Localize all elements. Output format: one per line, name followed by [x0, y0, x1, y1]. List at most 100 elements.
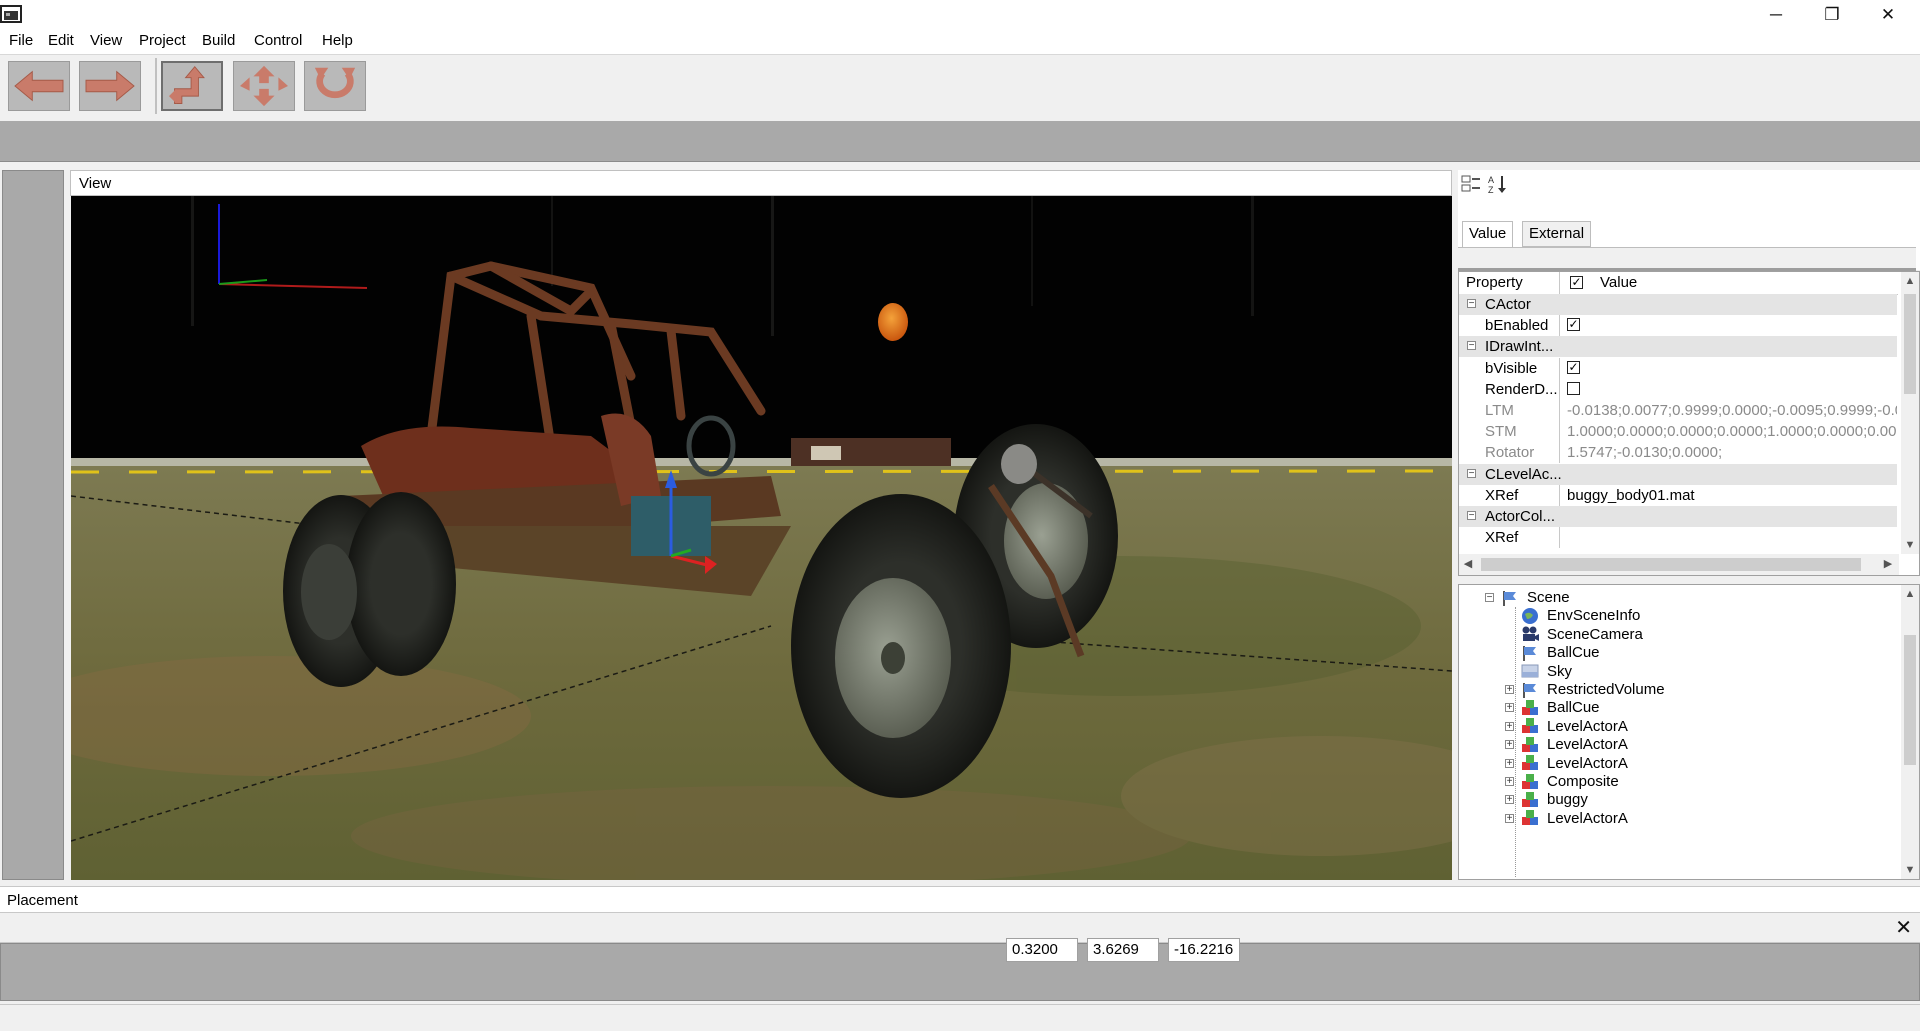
property-name: ActorCol...	[1485, 508, 1556, 525]
scroll-right-icon[interactable]: ▶	[1879, 555, 1897, 573]
menu-build[interactable]: Build	[199, 32, 238, 49]
expand-icon[interactable]: +	[1505, 703, 1514, 713]
3d-viewport[interactable]	[71, 196, 1452, 880]
property-row[interactable]: XRef buggy_body01.mat	[1459, 484, 1897, 506]
menu-control[interactable]: Control	[251, 32, 305, 49]
menu-file[interactable]: File	[6, 32, 36, 49]
minimize-button[interactable]: ─	[1748, 0, 1804, 30]
column-header-property[interactable]: Property	[1459, 272, 1559, 295]
property-value[interactable]: 1.0000;0.0000;0.0000;0.0000;1.0000;0.000…	[1567, 423, 1897, 440]
toolbar-separator	[155, 58, 157, 114]
scroll-up-icon[interactable]: ▲	[1901, 272, 1919, 290]
view-panel-title: View	[79, 175, 112, 192]
rotate-tool-button[interactable]	[304, 61, 366, 111]
scroll-up-icon[interactable]: ▲	[1901, 585, 1919, 603]
menu-view[interactable]: View	[87, 32, 125, 49]
collapse-icon[interactable]: −	[1485, 593, 1494, 603]
actor-icon	[1521, 754, 1541, 772]
tab-value[interactable]: Value	[1462, 221, 1514, 247]
property-category[interactable]: − CActor	[1459, 294, 1897, 315]
menu-edit[interactable]: Edit	[45, 32, 77, 49]
property-value[interactable]: 1.5747;-0.0130;0.0000;	[1567, 444, 1897, 461]
tree-node-label: SceneCamera	[1547, 625, 1643, 643]
move-tool-button[interactable]	[161, 61, 223, 111]
property-row[interactable]: RenderD...	[1459, 378, 1897, 400]
collapse-icon[interactable]: −	[1467, 341, 1476, 351]
sort-alpha-icon[interactable]: AZ	[1486, 173, 1508, 195]
coord-y-field[interactable]: 3.6269	[1087, 938, 1159, 962]
column-divider	[1559, 527, 1560, 549]
property-grid-scrollbar[interactable]: ▲ ▼	[1901, 272, 1919, 554]
property-name: RenderD...	[1485, 380, 1558, 398]
property-category[interactable]: − CLevelAc...	[1459, 463, 1897, 485]
scroll-thumb[interactable]	[1904, 635, 1916, 765]
tree-node-label: BallCue	[1547, 699, 1600, 717]
maximize-button[interactable]: ❐	[1804, 0, 1860, 30]
tree-node-label: LevelActorA	[1547, 717, 1628, 735]
menu-help[interactable]: Help	[319, 32, 356, 49]
placement-title: Placement	[7, 892, 78, 909]
back-button[interactable]	[8, 61, 70, 111]
close-icon[interactable]: ✕	[1895, 915, 1912, 940]
scroll-left-icon[interactable]: ◀	[1459, 555, 1477, 573]
sun-sprite	[878, 303, 908, 341]
menu-project[interactable]: Project	[136, 32, 189, 49]
scroll-down-icon[interactable]: ▼	[1901, 536, 1919, 554]
scroll-thumb[interactable]	[1904, 294, 1916, 394]
property-row[interactable]: Rotator 1.5747;-0.0130;0.0000;	[1459, 442, 1897, 464]
property-grid: Property ✓ Value − CActor bEnabled ✓ − IDrawI…	[1458, 271, 1920, 576]
scroll-down-icon[interactable]: ▼	[1901, 861, 1919, 879]
header-checkbox[interactable]: ✓	[1570, 276, 1583, 289]
expand-icon[interactable]: +	[1505, 813, 1514, 823]
collapse-icon[interactable]: −	[1467, 299, 1476, 309]
scene-render	[71, 196, 1452, 880]
coord-x-field[interactable]: 0.3200	[1006, 938, 1078, 962]
scale-tool-button[interactable]	[233, 61, 295, 111]
title-bar: ─ ❐ ✕	[0, 0, 1920, 30]
property-value[interactable]: -0.0138;0.0077;0.9999;0.0000;-0.0095;0.9…	[1567, 402, 1897, 419]
actor-icon	[1521, 791, 1541, 809]
close-button[interactable]: ✕	[1860, 0, 1916, 30]
property-checkbox[interactable]: ✓	[1567, 360, 1580, 374]
property-category[interactable]: − IDrawInt...	[1459, 336, 1897, 358]
property-value[interactable]: buggy_body01.mat	[1567, 487, 1897, 504]
column-divider	[1559, 442, 1560, 464]
flag-icon	[1501, 589, 1521, 607]
app-icon[interactable]	[0, 5, 22, 23]
property-checkbox[interactable]: ✓	[1567, 318, 1580, 332]
property-checkbox[interactable]	[1567, 381, 1580, 395]
categorized-icon[interactable]	[1460, 173, 1482, 195]
property-name: bEnabled	[1485, 317, 1549, 335]
rotate-tool-icon	[314, 67, 356, 99]
expand-icon[interactable]: +	[1505, 795, 1514, 805]
tab-external[interactable]: External	[1522, 221, 1592, 247]
property-row[interactable]: bVisible ✓	[1459, 357, 1897, 379]
expand-icon[interactable]: +	[1505, 721, 1514, 731]
svg-text:Z: Z	[1488, 185, 1494, 195]
property-category[interactable]: − ActorCol...	[1459, 506, 1897, 527]
property-grid-hscrollbar[interactable]: ◀ ▶	[1459, 554, 1899, 575]
expand-icon[interactable]: +	[1505, 758, 1514, 768]
expand-icon[interactable]: +	[1505, 777, 1514, 787]
expand-icon[interactable]: +	[1505, 685, 1514, 695]
column-header-value[interactable]: ✓ Value	[1559, 272, 1898, 295]
scene-tree-scrollbar[interactable]: ▲ ▼	[1901, 585, 1919, 879]
collapse-icon[interactable]: −	[1467, 468, 1476, 478]
property-row[interactable]: bEnabled ✓	[1459, 315, 1897, 337]
column-divider	[1559, 357, 1560, 379]
property-row[interactable]: LTM -0.0138;0.0077;0.9999;0.0000;-0.0095;…	[1459, 400, 1897, 421]
tree-node-label: LevelActorA	[1547, 754, 1628, 772]
property-row[interactable]: STM 1.0000;0.0000;0.0000;0.0000;1.0000;0.…	[1459, 421, 1897, 443]
tree-node[interactable]: + LevelActorA	[1505, 808, 1628, 829]
tree-node-label: Sky	[1547, 662, 1573, 680]
hscroll-thumb[interactable]	[1481, 558, 1861, 571]
expand-icon[interactable]: +	[1505, 740, 1514, 750]
coord-z-field[interactable]: -16.2216	[1168, 938, 1240, 962]
property-row[interactable]: XRef	[1459, 527, 1897, 549]
tree-node-label: BallCue	[1547, 644, 1600, 662]
forward-button[interactable]	[79, 61, 141, 111]
camera-icon	[1521, 625, 1541, 643]
tree-node-label: LevelActorA	[1547, 736, 1628, 754]
collapse-icon[interactable]: −	[1467, 511, 1476, 521]
tree-node-label: Scene	[1527, 589, 1570, 606]
